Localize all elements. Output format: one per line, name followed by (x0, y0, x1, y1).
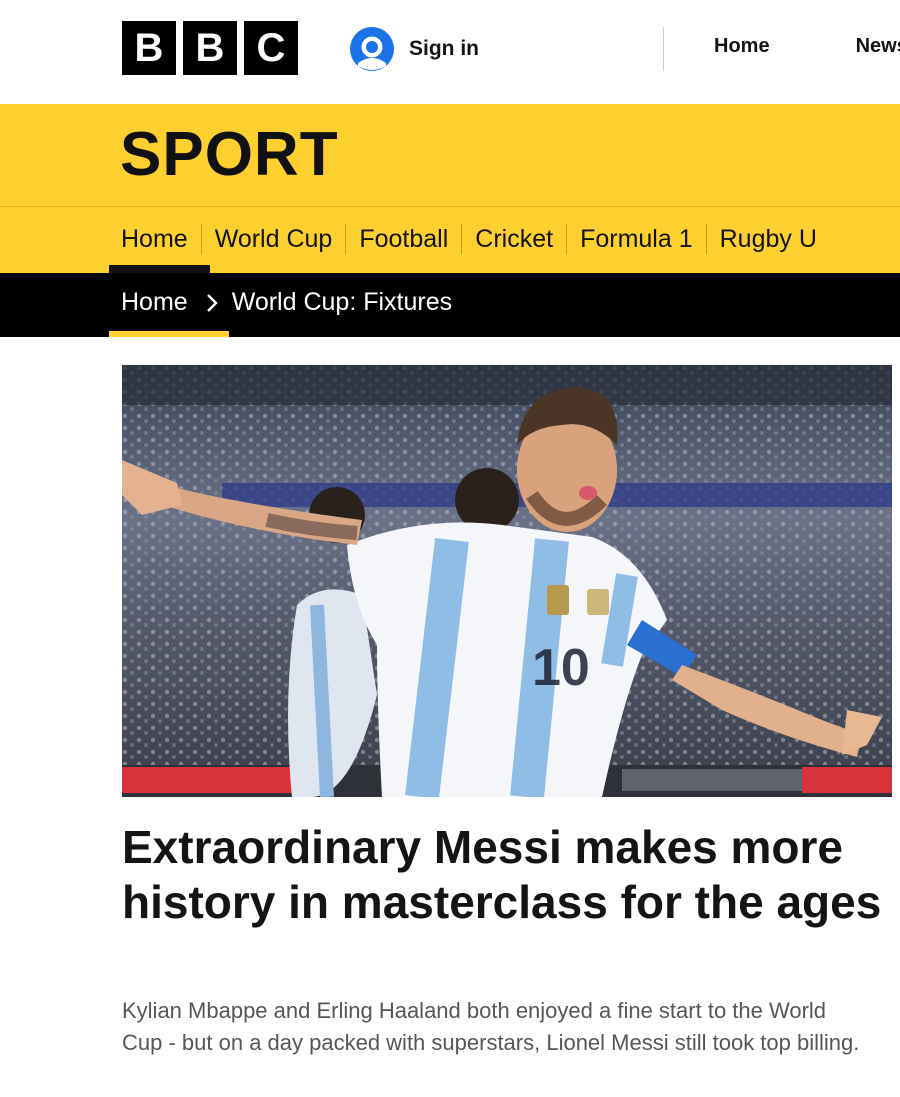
bbc-logo-block-b2: B (183, 21, 237, 75)
masthead-divider (663, 27, 664, 71)
masthead-nav: Home News (714, 35, 900, 58)
section-nav-formula-1[interactable]: Formula 1 (580, 225, 693, 254)
sport-section-nav: Home World Cup Football Cricket Formula … (0, 207, 900, 273)
sport-title[interactable]: SPORT (120, 120, 339, 190)
masthead-nav-home[interactable]: Home (714, 35, 770, 58)
masthead-nav-news[interactable]: News (856, 35, 900, 58)
bbc-logo-block-c: C (244, 21, 298, 75)
article-headline[interactable]: Extraordinary Messi makes more history i… (122, 820, 882, 930)
nav-divider (566, 224, 568, 254)
section-nav-football[interactable]: Football (359, 225, 448, 254)
section-nav-cricket[interactable]: Cricket (475, 225, 553, 254)
section-nav-world-cup[interactable]: World Cup (215, 225, 333, 254)
bbc-logo-block-b1: B (122, 21, 176, 75)
footballer-celebration-image: 10 (122, 365, 892, 797)
user-account-icon (350, 27, 394, 71)
sport-banner: SPORT (0, 104, 900, 207)
bbc-masthead: B B C Sign in Home News (0, 0, 900, 105)
article-hero-image[interactable]: 10 (122, 365, 892, 797)
breadcrumb: Home World Cup: Fixtures (0, 273, 900, 337)
chevron-right-icon (206, 293, 218, 312)
sign-in-link[interactable]: Sign in (349, 26, 479, 72)
section-nav-home[interactable]: Home (121, 225, 188, 254)
svg-text:10: 10 (532, 639, 590, 697)
section-nav-rugby-union[interactable]: Rugby U (720, 225, 817, 254)
active-section-indicator (109, 265, 210, 273)
breadcrumb-active-indicator (109, 331, 229, 337)
bbc-logo[interactable]: B B C (122, 21, 298, 75)
article-summary: Kylian Mbappe and Erling Haaland both en… (122, 998, 860, 1055)
breadcrumb-world-cup-fixtures[interactable]: World Cup: Fixtures (232, 288, 452, 317)
nav-divider (705, 224, 707, 254)
nav-divider (461, 224, 463, 254)
breadcrumb-home[interactable]: Home (121, 288, 188, 317)
nav-divider (200, 224, 202, 254)
nav-divider (345, 224, 347, 254)
sign-in-label: Sign in (409, 37, 479, 60)
